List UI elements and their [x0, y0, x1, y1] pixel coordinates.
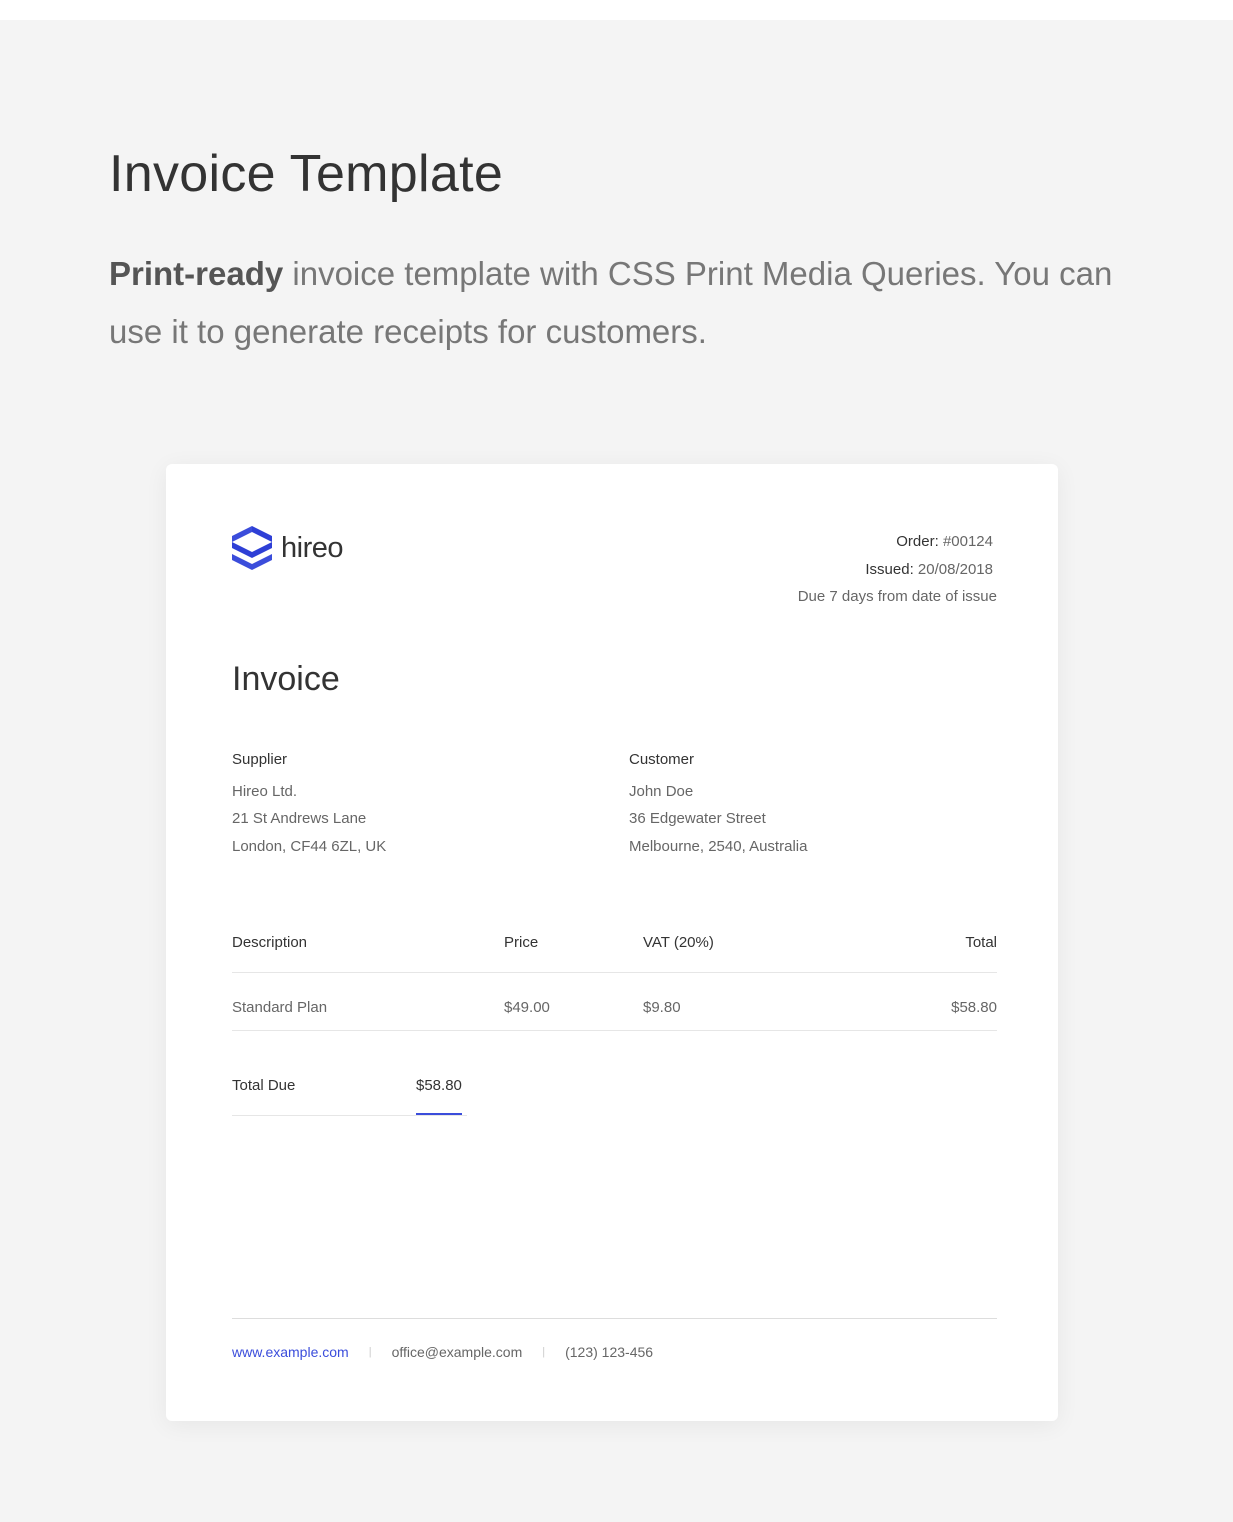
invoice-meta: Order: #00124 Issued: 20/08/2018 Due 7 d… — [798, 528, 997, 611]
supplier-street: 21 St Andrews Lane — [232, 810, 367, 827]
brand-name: hireo — [281, 531, 344, 564]
hireo-logo-icon — [232, 526, 272, 570]
website-link[interactable]: www.example.com — [232, 1344, 349, 1360]
issued-value: 20/08/2018 — [917, 560, 993, 578]
cell-price: $49.00 — [504, 999, 550, 1016]
page-title: Invoice Template — [109, 145, 504, 203]
page-background: Invoice Template Print-ready invoice tem… — [0, 20, 1233, 1522]
invoice-heading: Invoice — [232, 660, 340, 698]
total-due-row: Total Due $58.80 — [232, 1059, 467, 1116]
customer-name: John Doe — [629, 782, 694, 800]
order-label: Order: — [896, 533, 939, 550]
footer-divider — [232, 1318, 997, 1319]
footer-separator: | — [368, 1346, 372, 1358]
header-description: Description — [232, 934, 308, 951]
cell-description: Standard Plan — [232, 999, 328, 1016]
total-due-value: $58.80 — [416, 1077, 462, 1115]
invoice-card: hireo Order: #00124 Issued: 20/08/2018 D… — [166, 464, 1058, 1421]
issued-date: Issued: 20/08/2018 — [798, 556, 997, 584]
order-number: Order: #00124 — [798, 528, 997, 556]
table-header: Description Price VAT (20%) Total — [232, 915, 997, 973]
supplier-name: Hireo Ltd. — [232, 782, 298, 800]
customer-street: 36 Edgewater Street — [629, 810, 766, 827]
customer-title: Customer — [629, 751, 695, 768]
cell-total: $58.80 — [951, 999, 997, 1016]
order-value: #00124 — [942, 533, 993, 550]
issued-label: Issued: — [865, 560, 914, 578]
footer-phone: (123) 123-456 — [565, 1344, 654, 1360]
total-due-label: Total Due — [232, 1077, 296, 1094]
supplier-city: London, CF44 6ZL, UK — [232, 837, 387, 855]
header-total: Total — [965, 934, 997, 951]
cell-vat: $9.80 — [643, 999, 681, 1016]
supplier-block: Supplier Hireo Ltd. 21 St Andrews Lane L… — [232, 746, 386, 860]
footer-email: office@example.com — [391, 1344, 523, 1360]
header-vat: VAT (20%) — [643, 934, 714, 951]
header-price: Price — [504, 934, 539, 951]
intro-bold: Print-ready — [109, 255, 284, 292]
invoice-footer: www.example.com | office@example.com | (… — [232, 1344, 653, 1360]
intro-text: Print-ready invoice template with CSS Pr… — [109, 245, 1149, 361]
customer-city: Melbourne, 2540, Australia — [629, 837, 808, 855]
brand-logo: hireo — [232, 526, 344, 570]
table-row: Standard Plan $49.00 $9.80 $58.80 — [232, 973, 997, 1031]
line-items-table: Description Price VAT (20%) Total Standa… — [232, 915, 997, 1031]
customer-block: Customer John Doe 36 Edgewater Street Me… — [629, 746, 807, 860]
supplier-title: Supplier — [232, 751, 288, 768]
due-note: Due 7 days from date of issue — [797, 588, 997, 605]
footer-separator: | — [542, 1346, 546, 1358]
